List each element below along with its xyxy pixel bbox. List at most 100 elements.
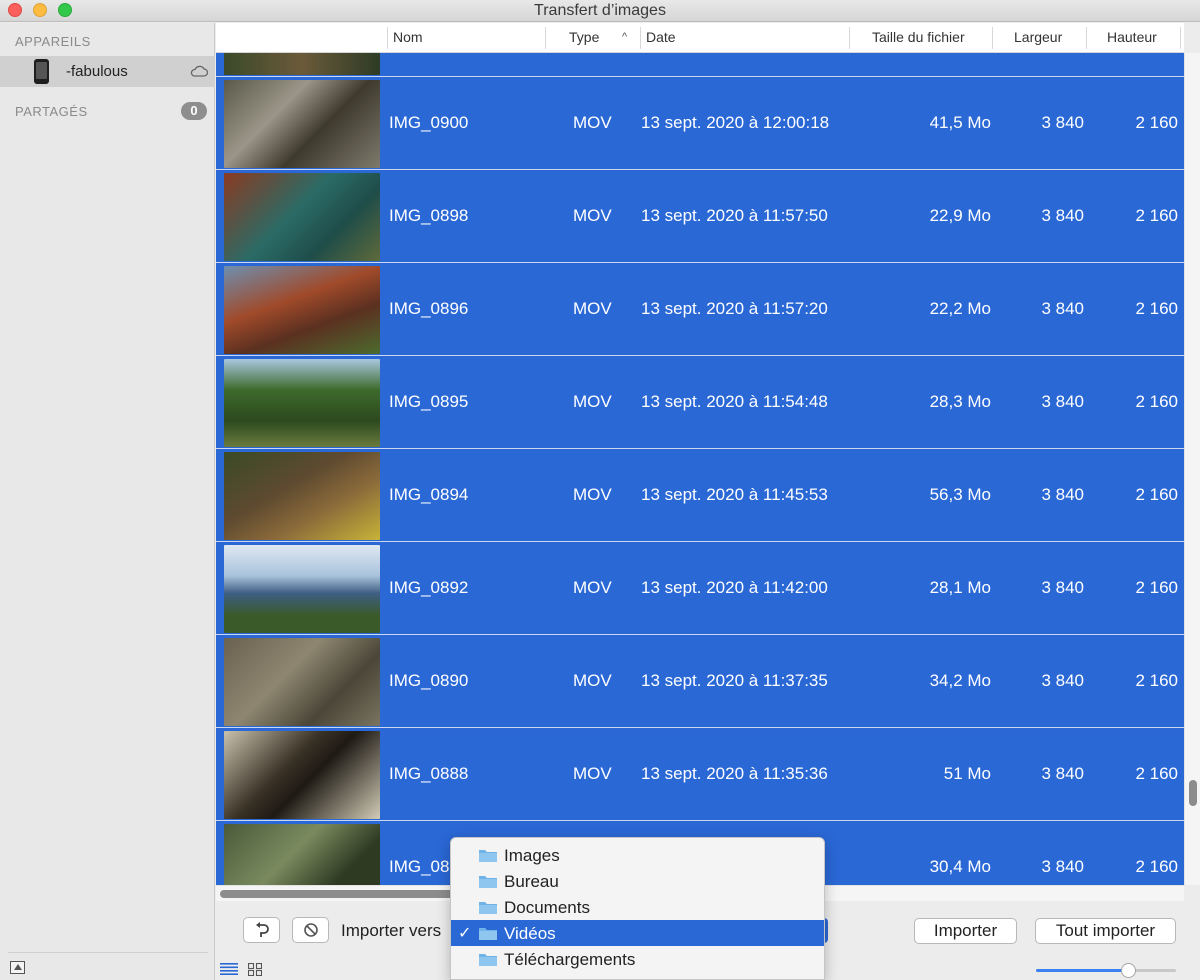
file-date-cell: 13 sept. 2020 à 11:42:00 [641,578,828,597]
file-width-cell: 3 840 [1041,485,1084,504]
file-size-cell: 56,3 Mo [929,485,991,504]
file-height-cell: 2 160 [1135,485,1178,504]
table-row[interactable]: IMG_0894 MOV 13 sept. 2020 à 11:45:53 56,3 … [216,450,1184,542]
table-row[interactable] [216,53,1184,77]
file-name-cell: IMG_08 [389,857,450,876]
file-width-cell: 3 840 [1041,671,1084,690]
file-date-cell: 13 sept. 2020 à 11:54:48 [641,392,828,411]
title-bar: Transfert d’images [0,0,1200,22]
file-height-cell: 2 160 [1135,113,1178,132]
no-entry-icon [303,923,318,937]
file-size-cell: 22,2 Mo [929,299,991,318]
file-width-cell: 3 840 [1041,578,1084,597]
column-header-type[interactable]: Type [569,29,599,45]
file-width-cell: 3 840 [1041,299,1084,318]
show-sidebar-toggle-icon[interactable] [10,961,25,974]
file-date-cell: 13 sept. 2020 à 11:35:36 [641,764,828,783]
window-title: Transfert d’images [534,2,666,19]
video-thumbnail [224,824,380,885]
video-thumbnail [224,731,380,819]
thumbnail-size-slider[interactable] [1036,969,1176,972]
video-thumbnail [224,53,380,75]
file-type-cell: MOV [573,485,612,504]
sidebar-divider [8,952,208,953]
file-date-cell: 13 sept. 2020 à 11:45:53 [641,485,828,504]
column-header-height[interactable]: Hauteur [1107,29,1157,45]
column-header-name[interactable]: Nom [393,29,423,45]
table-row[interactable]: IMG_0888 MOV 13 sept. 2020 à 11:35:36 51 Mo… [216,729,1184,821]
menu-item-bureau[interactable]: Bureau [451,868,824,894]
menu-item-documents[interactable]: Documents [451,894,824,920]
horizontal-scroll-thumb[interactable] [220,890,475,898]
menu-item-videos[interactable]: ✓ Vidéos [451,920,824,946]
video-thumbnail [224,80,380,168]
column-separator [545,27,546,49]
sort-ascending-icon: ^ [622,31,628,43]
file-date-cell: 13 sept. 2020 à 12:00:18 [641,113,830,132]
file-name-cell: IMG_0888 [389,764,469,783]
column-separator [1086,27,1087,49]
column-separator [387,27,388,49]
column-header-date[interactable]: Date [646,29,676,45]
menu-item-label: Vidéos [504,924,556,943]
table-row[interactable]: IMG_0890 MOV 13 sept. 2020 à 11:37:35 34,2 … [216,636,1184,728]
file-height-cell: 2 160 [1135,578,1178,597]
rotate-left-button[interactable] [243,917,280,943]
file-width-cell: 3 840 [1041,392,1084,411]
menu-item-label: Téléchargements [504,950,636,969]
delete-button[interactable] [292,917,329,943]
menu-item-images[interactable]: Images [451,842,824,868]
video-thumbnail [224,452,380,540]
file-size-cell: 34,2 Mo [929,671,991,690]
column-header-size[interactable]: Taille du fichier [872,29,965,45]
video-thumbnail [224,638,380,726]
table-header: Nom Type ^ Date Taille du fichier Largeu… [216,23,1184,53]
table-row[interactable]: IMG_0892 MOV 13 sept. 2020 à 11:42:00 28,1 … [216,543,1184,635]
file-name-cell: IMG_0895 [389,392,469,411]
file-type-cell: MOV [573,206,612,225]
rotate-left-icon [255,922,269,937]
file-size-cell: 28,3 Mo [929,392,991,411]
table-row[interactable]: IMG_0896 MOV 13 sept. 2020 à 11:57:20 22,2 … [216,264,1184,356]
image-capture-window: Transfert d’images APPAREILS -fabulous P… [0,0,1200,980]
folder-icon [479,850,497,862]
device-name: -fabulous [66,63,128,80]
column-separator [1180,27,1181,49]
menu-item-downloads[interactable]: Téléchargements [451,946,824,972]
file-type-cell: MOV [573,578,612,597]
column-header-width[interactable]: Largeur [1014,29,1062,45]
file-name-cell: IMG_0896 [389,299,469,318]
file-date-cell: 13 sept. 2020 à 11:37:35 [641,671,828,690]
vertical-scroll-thumb[interactable] [1189,780,1197,806]
vertical-scrollbar[interactable] [1184,53,1200,885]
video-thumbnail [224,266,380,354]
menu-item-label: Images [504,846,560,865]
folder-icon [479,876,497,888]
slider-knob[interactable] [1121,963,1136,978]
slider-fill [1036,969,1128,972]
file-height-cell: 2 160 [1135,764,1178,783]
file-date-cell: 13 sept. 2020 à 11:57:50 [641,206,828,225]
sidebar-item-device[interactable]: -fabulous [0,56,215,87]
file-date-cell: 13 sept. 2020 à 11:57:20 [641,299,828,318]
grid-view-icon[interactable] [248,963,262,976]
import-button[interactable]: Importer [914,918,1017,944]
file-type-cell: MOV [573,113,612,132]
list-view-icon[interactable] [220,963,238,975]
cloud-icon [190,65,208,77]
folder-icon [479,954,497,966]
table-row[interactable]: IMG_0898 MOV 13 sept. 2020 à 11:57:50 22,9 … [216,171,1184,263]
table-row[interactable]: IMG_0895 MOV 13 sept. 2020 à 11:54:48 28,3 … [216,357,1184,449]
folder-icon [479,928,497,940]
file-size-cell: 30,4 Mo [929,857,991,876]
file-type-cell: MOV [573,764,612,783]
file-name-cell: IMG_0900 [389,113,469,132]
table-row[interactable]: IMG_0900 MOV 13 sept. 2020 à 12:00:18 41,5 … [216,78,1184,170]
file-height-cell: 2 160 [1135,671,1178,690]
media-table[interactable]: IMG_0900 MOV 13 sept. 2020 à 12:00:18 41,5 … [216,53,1184,885]
import-destination-menu: Images Bureau Documents ✓ Vidéos Télécha… [450,837,825,980]
file-width-cell: 3 840 [1041,206,1084,225]
import-all-button[interactable]: Tout importer [1035,918,1176,944]
file-size-cell: 28,1 Mo [929,578,991,597]
file-size-cell: 41,5 Mo [929,113,991,132]
